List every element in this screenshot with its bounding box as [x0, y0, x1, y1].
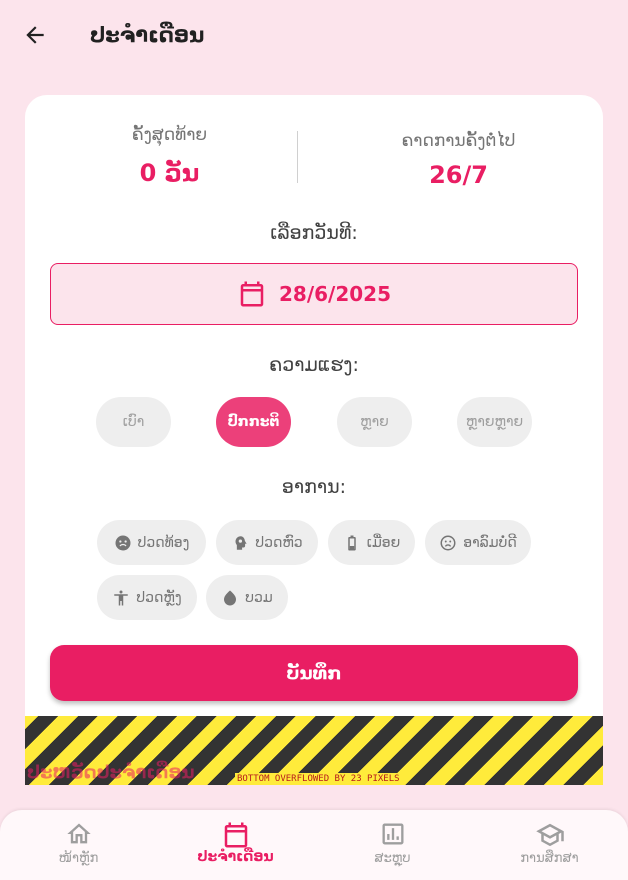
- nav-label: ສະຫຼຸບ: [374, 851, 411, 866]
- severity-chip-heavy[interactable]: ຫຼາຍ: [337, 397, 412, 447]
- date-value: 28/6/2025: [278, 282, 392, 306]
- symptom-label: ປວດຫຼັງ: [136, 589, 182, 606]
- last-period-label: ຄັ້ງສຸດທ້າຍ: [131, 125, 208, 145]
- symptom-chip-fatigue[interactable]: ເມື່ອຍ: [328, 520, 415, 565]
- overflow-message: BOTTOM OVERFLOWED BY 23 PIXELS: [235, 773, 402, 785]
- drop-icon: [224, 590, 237, 605]
- nav-item-home[interactable]: ໜ້າຫຼັກ: [0, 810, 157, 880]
- nav-label: ປະຈຳເດືອນ: [197, 849, 274, 865]
- symptom-chip-cramps[interactable]: ປວດທ້ອງ: [97, 520, 206, 565]
- symptoms-label: ອາການ:: [281, 476, 347, 498]
- page-title: ປະຈຳເດືອນ: [90, 23, 205, 47]
- calendar-icon: [224, 822, 247, 848]
- battery-low-icon: [347, 535, 356, 550]
- bottom-navigation: ໜ້າຫຼັກ ປະຈຳເດືອນ ສະຫຼຸບ ການສຶກສາ: [0, 810, 628, 880]
- last-period-value: 0 ວັນ: [139, 159, 200, 187]
- stomach-icon: [115, 535, 131, 550]
- severity-chip-very-heavy[interactable]: ຫຼາຍຫຼາຍ: [457, 397, 532, 447]
- symptom-chip-headache[interactable]: ປວດຫົວ: [216, 520, 318, 565]
- save-button[interactable]: ບັນທຶກ: [50, 645, 578, 701]
- nav-item-summary[interactable]: ສະຫຼຸບ: [314, 810, 471, 880]
- symptom-chip-bloating[interactable]: ບວມ: [206, 575, 288, 620]
- symptom-label: ອາລົມບໍ່ດີ: [463, 534, 517, 551]
- bar-chart-icon: [382, 823, 403, 845]
- next-period-stat: ຄາດການຄັ້ງຕໍ່ໄປ 26/7: [314, 115, 603, 193]
- stat-divider: [297, 131, 298, 183]
- person-back-icon: [114, 590, 129, 605]
- next-period-value: 26/7: [429, 161, 488, 189]
- severity-chip-light[interactable]: ເບົາ: [96, 397, 171, 447]
- period-card: ຄັ້ງສຸດທ້າຍ 0 ວັນ ຄາດການຄັ້ງຕໍ່ໄປ 26/7 ເ…: [25, 95, 603, 785]
- nav-item-education[interactable]: ການສຶກສາ: [471, 810, 628, 880]
- nav-label: ໜ້າຫຼັກ: [58, 851, 99, 866]
- symptom-label: ປວດທ້ອງ: [137, 534, 190, 551]
- date-picker[interactable]: 28/6/2025: [50, 263, 578, 325]
- back-button[interactable]: [20, 20, 50, 50]
- symptom-label: ເມື່ອຍ: [366, 534, 401, 551]
- home-icon: [66, 823, 91, 844]
- app-bar: ປະຈຳເດືອນ: [0, 0, 628, 70]
- severity-options: ເບົາ ປົກກະຕິ ຫຼາຍ ຫຼາຍຫຼາຍ: [25, 397, 603, 447]
- arrow-left-icon: [26, 26, 44, 44]
- nav-label: ການສຶກສາ: [520, 851, 579, 866]
- next-period-label: ຄາດການຄັ້ງຕໍ່ໄປ: [401, 131, 516, 151]
- cycle-stats: ຄັ້ງສຸດທ້າຍ 0 ວັນ ຄາດການຄັ້ງຕໍ່ໄປ 26/7: [25, 115, 603, 195]
- symptom-chip-back-pain[interactable]: ປວດຫຼັງ: [97, 575, 197, 620]
- sad-face-icon: [440, 535, 456, 550]
- last-period-stat: ຄັ້ງສຸດທ້າຍ 0 ວັນ: [25, 115, 314, 191]
- severity-chip-normal[interactable]: ປົກກະຕິ: [216, 397, 291, 447]
- graduation-cap-icon: [535, 823, 564, 847]
- symptom-chip-mood[interactable]: ອາລົມບໍ່ດີ: [425, 520, 531, 565]
- severity-label: ຄວາມແຮງ:: [269, 354, 359, 376]
- calendar-icon: [240, 281, 264, 307]
- overflow-warning-stripes: ປະຫວັດປະຈຳເດືອນ BOTTOM OVERFLOWED BY 23 …: [25, 716, 603, 785]
- history-heading-clipped: ປະຫວັດປະຈຳເດືອນ: [27, 762, 195, 783]
- symptom-label: ບວມ: [245, 589, 273, 606]
- symptom-label: ປວດຫົວ: [255, 534, 303, 551]
- date-label: ເລືອກວັນທີ:: [270, 222, 358, 244]
- head-icon: [235, 535, 247, 550]
- nav-item-period[interactable]: ປະຈຳເດືອນ: [157, 810, 314, 880]
